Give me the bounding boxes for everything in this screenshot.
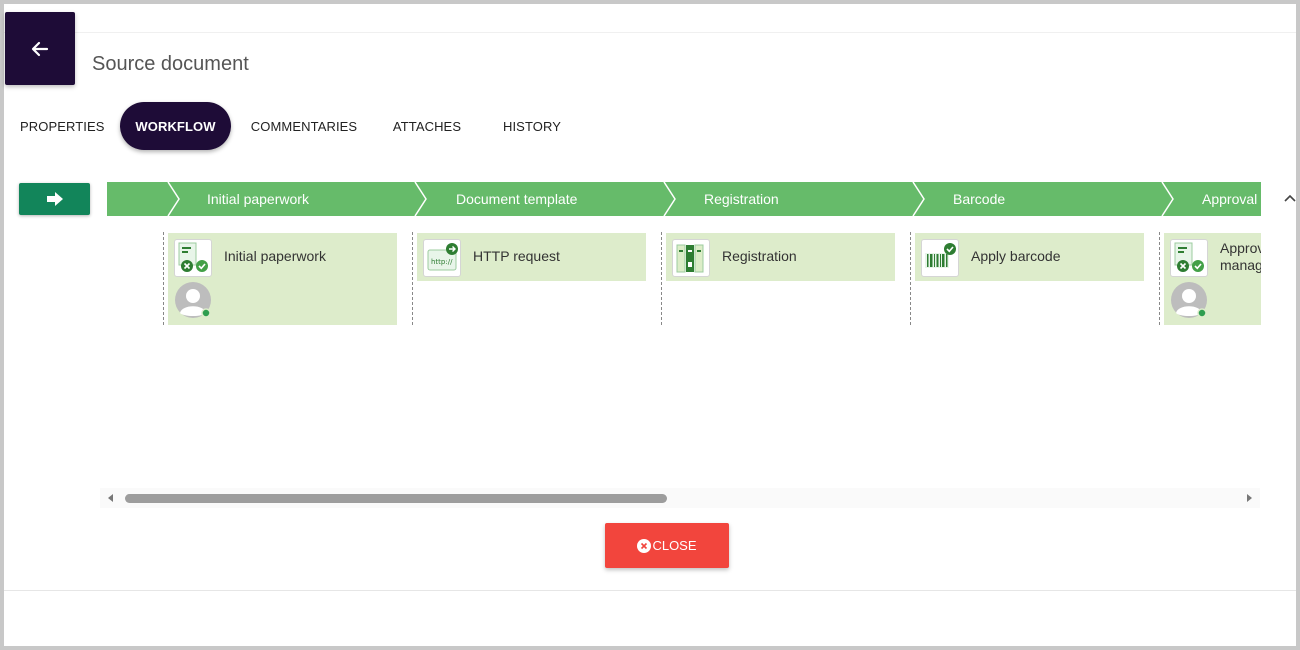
step-card-apply-barcode[interactable]: Apply barcode bbox=[915, 233, 1144, 281]
bottom-divider bbox=[4, 590, 1296, 591]
step-label: Initial paperwork bbox=[224, 248, 326, 264]
horizontal-scrollbar[interactable] bbox=[100, 488, 1260, 508]
top-divider bbox=[4, 32, 1296, 33]
barcode-icon bbox=[921, 239, 959, 277]
stage-divider bbox=[661, 232, 662, 325]
tab-bar: PROPERTIES WORKFLOW COMMENTARIES ATTACHE… bbox=[20, 102, 587, 150]
back-button[interactable] bbox=[5, 12, 75, 85]
close-button[interactable]: CLOSE bbox=[605, 523, 729, 568]
tab-attaches[interactable]: ATTACHES bbox=[377, 102, 477, 150]
step-label-line2: manager bbox=[1220, 257, 1261, 273]
stage-barcode[interactable]: Barcode bbox=[953, 182, 1005, 216]
close-circle-icon bbox=[637, 538, 652, 553]
step-label: Approval manager bbox=[1220, 240, 1261, 274]
tab-workflow[interactable]: WORKFLOW bbox=[120, 102, 231, 150]
scroll-left-arrow-icon[interactable] bbox=[108, 494, 113, 502]
tab-history[interactable]: HISTORY bbox=[477, 102, 587, 150]
stage-registration[interactable]: Registration bbox=[704, 182, 779, 216]
steps-area: Initial paperwork http:// HTTP request R… bbox=[107, 232, 1261, 482]
step-label: HTTP request bbox=[473, 248, 560, 264]
http-request-icon: http:// bbox=[423, 239, 461, 277]
workflow-viewport: Initial paperwork Document template Regi… bbox=[107, 182, 1261, 482]
registry-binders-icon bbox=[672, 239, 710, 277]
scroll-right-arrow-icon[interactable] bbox=[1247, 494, 1252, 502]
step-card-http-request[interactable]: http:// HTTP request bbox=[417, 233, 646, 281]
document-approve-icon bbox=[174, 239, 212, 277]
step-card-registration[interactable]: Registration bbox=[666, 233, 895, 281]
scrollbar-thumb[interactable] bbox=[125, 494, 667, 503]
avatar bbox=[174, 281, 212, 319]
avatar bbox=[1170, 281, 1208, 319]
start-workflow-button[interactable] bbox=[19, 183, 90, 215]
tab-properties[interactable]: PROPERTIES bbox=[0, 102, 120, 150]
step-label: Apply barcode bbox=[971, 248, 1061, 264]
tab-commentaries[interactable]: COMMENTARIES bbox=[231, 102, 377, 150]
close-button-label: CLOSE bbox=[652, 538, 697, 553]
stage-divider bbox=[1159, 232, 1160, 325]
stage-divider bbox=[910, 232, 911, 325]
arrow-right-icon bbox=[46, 192, 63, 206]
step-card-initial-paperwork[interactable]: Initial paperwork bbox=[168, 233, 397, 325]
step-card-approval[interactable]: Approval manager bbox=[1164, 233, 1261, 325]
svg-text:http://: http:// bbox=[431, 258, 453, 266]
stage-divider bbox=[412, 232, 413, 325]
document-approve-icon bbox=[1170, 239, 1208, 277]
chevron-up-icon[interactable] bbox=[1283, 192, 1297, 206]
stage-divider bbox=[163, 232, 164, 325]
stage-approval[interactable]: Approval bbox=[1202, 182, 1257, 216]
step-label-line1: Approval bbox=[1220, 240, 1261, 256]
arrow-left-icon bbox=[31, 41, 49, 56]
page-title: Source document bbox=[92, 53, 249, 75]
stage-document-template[interactable]: Document template bbox=[456, 182, 577, 216]
step-label: Registration bbox=[722, 248, 797, 264]
stage-initial-paperwork[interactable]: Initial paperwork bbox=[207, 182, 309, 216]
